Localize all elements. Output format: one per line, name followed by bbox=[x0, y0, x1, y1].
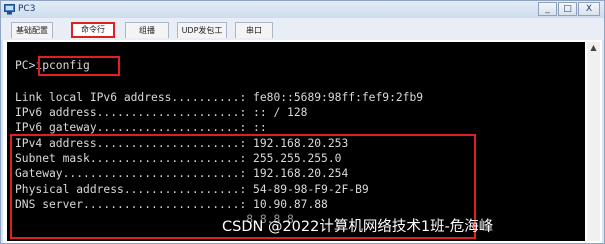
output-line: Link local IPv6 address..........: fe80:… bbox=[15, 91, 424, 104]
pc-app-icon bbox=[4, 4, 15, 15]
title-bar[interactable]: PC3 _ □ X bbox=[1, 1, 604, 18]
watermark-text: CSDN @2022计算机网络技术1班-危海峰 bbox=[222, 219, 494, 235]
terminal-frame: PC>ipconfig Link local IPv6 address.....… bbox=[3, 40, 602, 243]
window-title: PC3 bbox=[18, 4, 36, 14]
scroll-up-arrow-icon[interactable]: ▲ bbox=[587, 42, 600, 54]
app-window: PC3 _ □ X 基础配置 命令行 组播 UDP发包工具 串口 PC>ipco… bbox=[0, 0, 605, 244]
tab-command-line[interactable]: 命令行 bbox=[71, 22, 115, 38]
tab-strip: 基础配置 命令行 组播 UDP发包工具 串口 bbox=[1, 18, 604, 50]
command-terminal[interactable]: PC>ipconfig Link local IPv6 address.....… bbox=[7, 42, 585, 241]
tab-basic-config[interactable]: 基础配置 bbox=[11, 22, 53, 38]
tab-serial-port[interactable]: 串口 bbox=[235, 22, 273, 38]
close-button[interactable]: X bbox=[578, 2, 600, 16]
tab-multicast[interactable]: 组播 bbox=[125, 22, 169, 38]
window-controls: _ □ X bbox=[537, 2, 600, 16]
output-line: IPv6 gateway.....................: :: bbox=[15, 121, 267, 134]
tab-udp-tool[interactable]: UDP发包工具 bbox=[177, 22, 227, 50]
prompt-text: PC> bbox=[15, 59, 36, 72]
minimize-button[interactable]: _ bbox=[538, 2, 557, 16]
maximize-button[interactable]: □ bbox=[558, 2, 577, 16]
output-line: IPv6 address.....................: :: / … bbox=[15, 106, 308, 119]
vertical-scrollbar[interactable]: ▲ bbox=[587, 42, 600, 241]
command-highlight-box bbox=[38, 56, 120, 76]
